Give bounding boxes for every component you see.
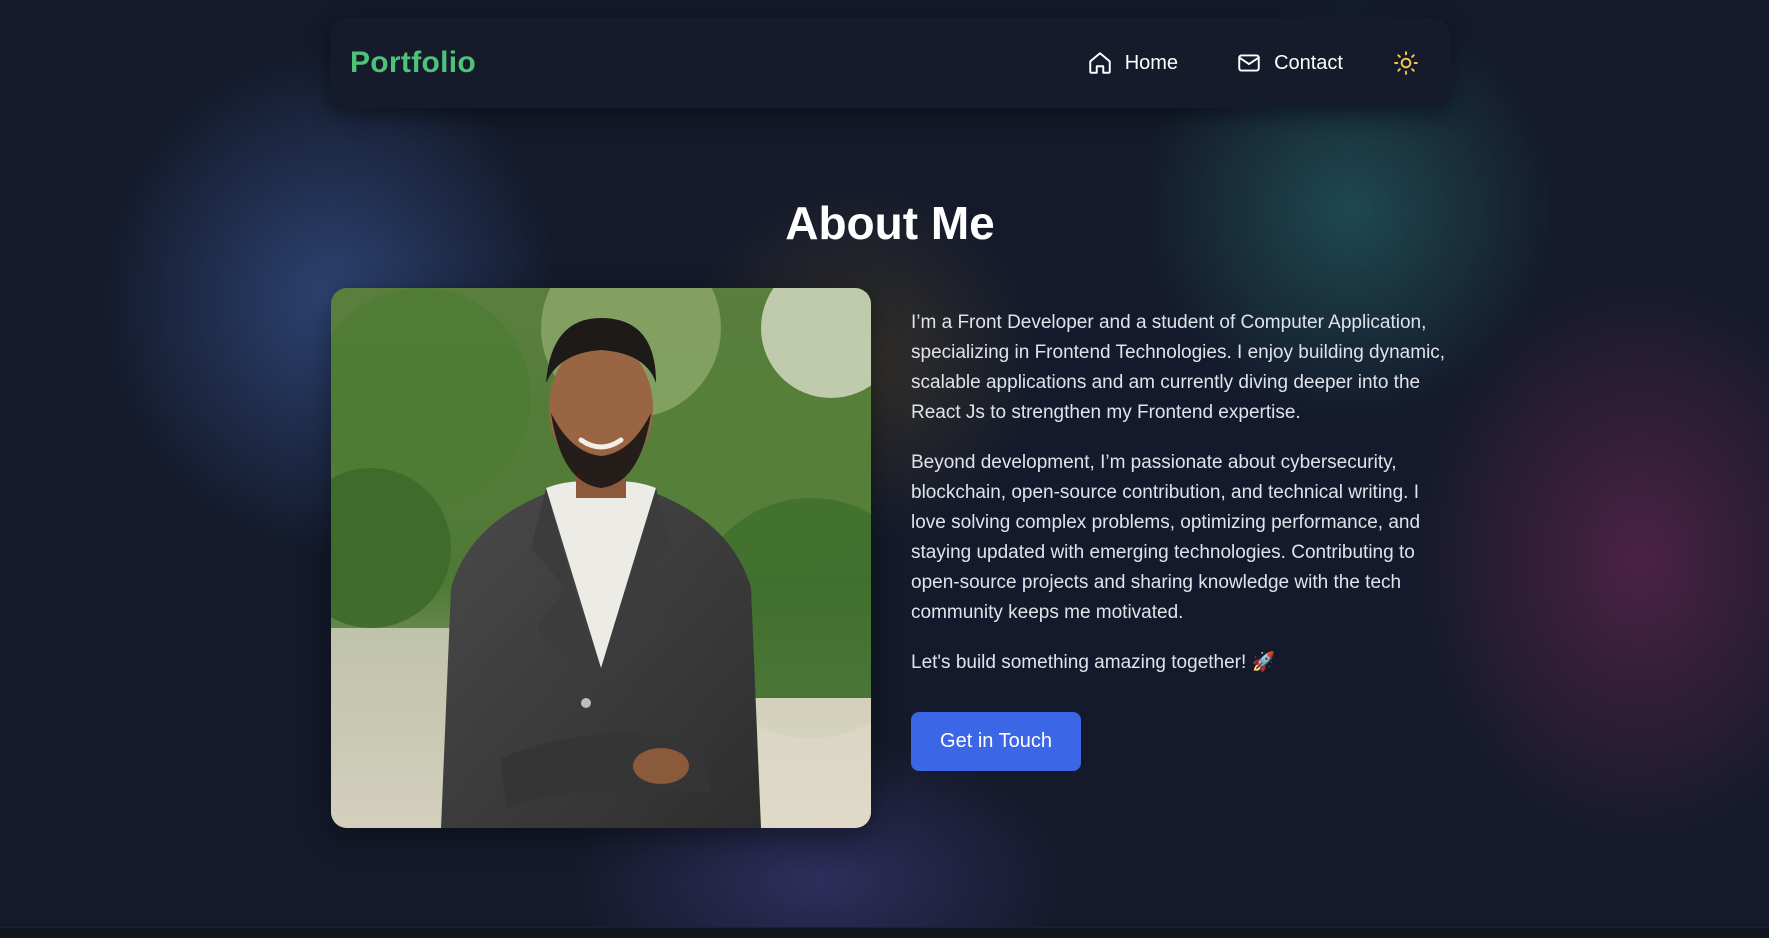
page-title: About Me: [785, 197, 995, 249]
nav-link-contact[interactable]: Contact: [1236, 50, 1343, 76]
theme-toggle-button[interactable]: [1391, 48, 1421, 78]
brand-logo[interactable]: Portfolio: [350, 46, 476, 80]
get-in-touch-button[interactable]: Get in Touch: [911, 712, 1081, 771]
about-paragraph-intro: I’m a Front Developer and a student of C…: [911, 312, 1446, 423]
about-paragraph-closing: Let's build something amazing together! …: [911, 652, 1276, 673]
page: Portfolio Home Contact About Me I’m a Fr…: [0, 0, 1769, 938]
mail-icon: [1238, 54, 1260, 72]
home-icon: [1088, 52, 1111, 74]
navbar: Portfolio Home Contact: [330, 18, 1451, 108]
profile-photo-image: [331, 288, 871, 828]
nav-links: Home Contact: [1087, 48, 1431, 78]
sun-icon: [1394, 51, 1418, 75]
footer-strip: [0, 927, 1769, 938]
nav-link-home[interactable]: Home: [1087, 50, 1178, 76]
nav-link-label: Contact: [1274, 51, 1343, 74]
profile-photo: [331, 288, 871, 828]
about-paragraph-interests: Beyond development, I’m passionate about…: [911, 452, 1421, 623]
about-content: I’m a Front Developer and a student of C…: [911, 308, 1459, 771]
nav-link-label: Home: [1124, 51, 1179, 74]
